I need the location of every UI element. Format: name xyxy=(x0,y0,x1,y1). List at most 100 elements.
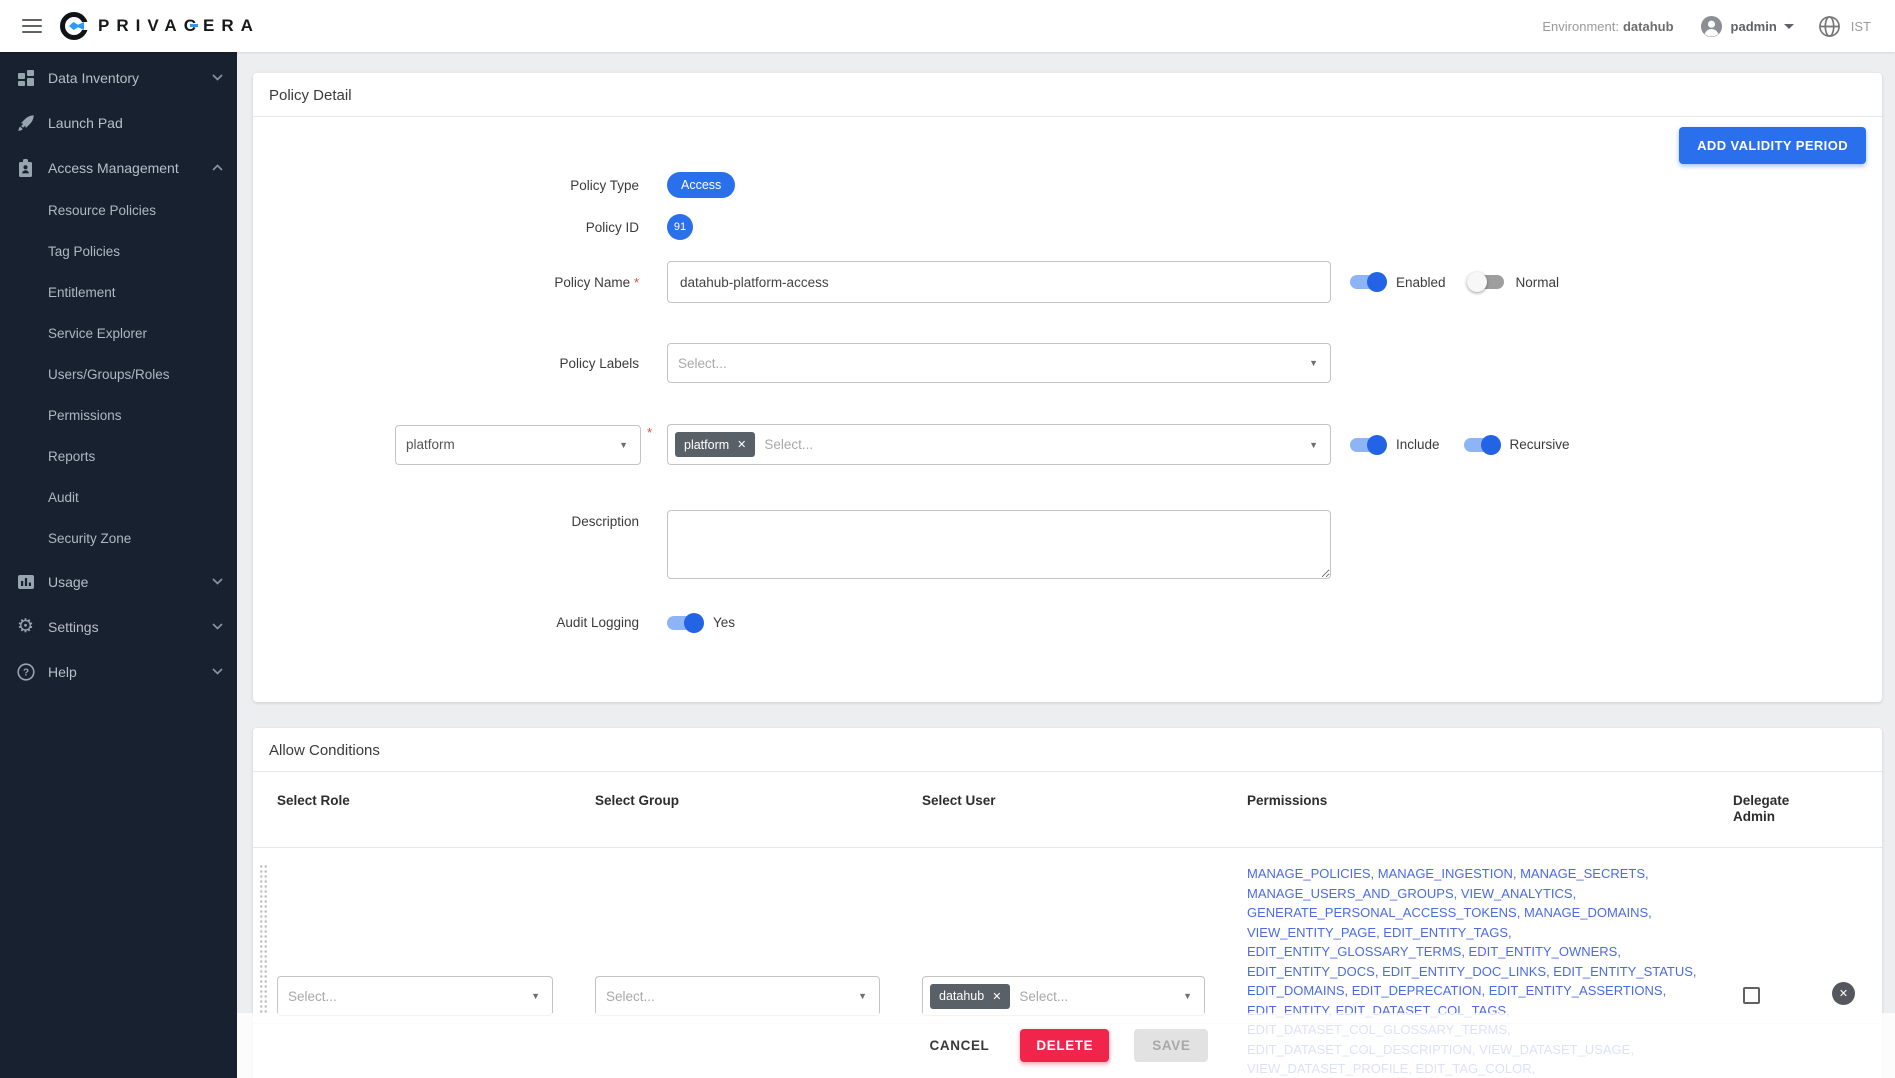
sidebar-item-usage[interactable]: Usage xyxy=(0,559,237,604)
policy-type-row: Policy Type Access xyxy=(253,172,1882,198)
main-content: Policy Detail ADD VALIDITY PERIOD Policy… xyxy=(237,52,1895,1078)
sidebar-nav: Data Inventory Launch Pad Access Managem… xyxy=(0,52,237,1078)
environment-label: Environment: xyxy=(1542,19,1619,34)
username[interactable]: padmin xyxy=(1731,19,1777,34)
dropdown-caret-icon: ▼ xyxy=(1183,991,1192,1001)
policy-id-row: Policy ID 91 xyxy=(253,214,1882,240)
delegate-admin-checkbox[interactable] xyxy=(1743,987,1760,1004)
policy-name-input[interactable] xyxy=(667,261,1331,303)
chevron-down-icon xyxy=(212,74,223,81)
sidebar-item-reports[interactable]: Reports xyxy=(0,436,237,477)
resource-chip: platform✕ xyxy=(675,432,755,457)
environment-value: datahub xyxy=(1623,19,1674,34)
sidebar-item-security-zone[interactable]: Security Zone xyxy=(0,518,237,559)
dropdown-caret-icon: ▼ xyxy=(1309,440,1318,450)
enabled-toggle-label: Enabled xyxy=(1396,275,1446,290)
privacera-logo: PRIVACERA xyxy=(60,12,260,40)
sidebar-item-help[interactable]: ? Help xyxy=(0,649,237,694)
column-delegate-admin: Delegate Admin xyxy=(1733,772,1832,847)
audit-logging-row: Audit Logging Yes xyxy=(253,615,1882,630)
user-chip: datahub✕ xyxy=(930,984,1010,1009)
include-toggle[interactable] xyxy=(1350,438,1384,452)
sidebar-item-tag-policies[interactable]: Tag Policies xyxy=(0,231,237,272)
chip-close-icon[interactable]: ✕ xyxy=(992,990,1001,1003)
sidebar-item-data-inventory[interactable]: Data Inventory xyxy=(0,55,237,100)
dropdown-caret-icon: ▼ xyxy=(619,440,628,450)
resource-type-select[interactable]: platform ▼ xyxy=(395,425,641,465)
select-group-dropdown[interactable]: Select... ▼ xyxy=(595,976,880,1016)
privacera-wordmark: PRIVACERA xyxy=(98,16,260,36)
description-textarea[interactable] xyxy=(667,510,1331,579)
policy-detail-title: Policy Detail xyxy=(253,73,1882,117)
policy-name-row: Policy Name * Enabled Normal xyxy=(253,261,1882,303)
dropdown-caret-icon: ▼ xyxy=(531,991,540,1001)
audit-logging-value: Yes xyxy=(713,615,735,630)
normal-toggle-label: Normal xyxy=(1516,275,1560,290)
globe-icon[interactable] xyxy=(1818,15,1841,38)
recursive-toggle[interactable] xyxy=(1464,438,1498,452)
svg-text:?: ? xyxy=(22,667,28,678)
column-select-role: Select Role xyxy=(277,772,595,847)
row-drag-handle[interactable] xyxy=(259,864,268,1014)
description-label: Description xyxy=(253,514,639,529)
sidebar-item-users-groups-roles[interactable]: Users/Groups/Roles xyxy=(0,354,237,395)
badge-icon xyxy=(16,159,35,177)
policy-labels-label: Policy Labels xyxy=(253,356,639,371)
audit-logging-toggle[interactable] xyxy=(667,616,701,630)
policy-name-label: Policy Name xyxy=(554,275,630,290)
column-select-group: Select Group xyxy=(595,772,922,847)
column-select-user: Select User xyxy=(922,772,1247,847)
privacera-logo-icon xyxy=(60,12,88,40)
description-row: Description xyxy=(253,510,1882,579)
select-user-dropdown[interactable]: datahub✕ Select... ▼ xyxy=(922,976,1205,1016)
normal-override-toggle[interactable] xyxy=(1470,275,1504,289)
user-avatar-icon[interactable] xyxy=(1700,15,1723,38)
save-button[interactable]: SAVE xyxy=(1134,1029,1208,1062)
close-icon: ✕ xyxy=(1839,987,1848,1000)
policy-id-label: Policy ID xyxy=(253,220,639,235)
rocket-icon xyxy=(16,114,35,132)
include-toggle-label: Include xyxy=(1396,437,1440,452)
user-menu-caret-icon[interactable] xyxy=(1784,24,1794,29)
column-permissions: Permissions xyxy=(1247,772,1733,847)
chip-close-icon[interactable]: ✕ xyxy=(737,438,746,451)
resource-value-select[interactable]: platform✕ Select... ▼ xyxy=(667,424,1331,465)
sidebar-item-service-explorer[interactable]: Service Explorer xyxy=(0,313,237,354)
chevron-up-icon xyxy=(212,164,223,171)
policy-id-badge: 91 xyxy=(667,214,693,240)
sidebar-item-access-management[interactable]: Access Management xyxy=(0,145,237,190)
allow-conditions-title: Allow Conditions xyxy=(253,728,1882,772)
add-validity-period-button[interactable]: ADD VALIDITY PERIOD xyxy=(1679,127,1866,164)
policy-type-label: Policy Type xyxy=(253,178,639,193)
sidebar-item-resource-policies[interactable]: Resource Policies xyxy=(0,190,237,231)
timezone-label: IST xyxy=(1851,19,1871,34)
sidebar-item-launch-pad[interactable]: Launch Pad xyxy=(0,100,237,145)
gear-icon: ⚙ xyxy=(16,617,35,636)
delete-button[interactable]: DELETE xyxy=(1020,1029,1109,1062)
allow-condition-row: Select... ▼ Select... ▼ datahub✕ Select.… xyxy=(253,848,1882,1023)
chevron-down-icon xyxy=(212,623,223,630)
recursive-toggle-label: Recursive xyxy=(1510,437,1570,452)
sidebar-item-permissions[interactable]: Permissions xyxy=(0,395,237,436)
enabled-toggle[interactable] xyxy=(1350,275,1384,289)
audit-logging-label: Audit Logging xyxy=(253,615,639,630)
hamburger-menu-icon[interactable] xyxy=(22,15,42,37)
chevron-down-icon xyxy=(212,578,223,585)
grid-icon xyxy=(16,69,35,87)
action-footer: CANCEL DELETE SAVE xyxy=(237,1013,1895,1078)
required-asterisk: * xyxy=(634,275,639,290)
select-role-dropdown[interactable]: Select... ▼ xyxy=(277,976,553,1016)
sidebar-item-entitlement[interactable]: Entitlement xyxy=(0,272,237,313)
allow-conditions-header: Select Role Select Group Select User Per… xyxy=(253,772,1882,848)
chevron-down-icon xyxy=(212,668,223,675)
bar-chart-icon xyxy=(16,573,35,591)
remove-row-button[interactable]: ✕ xyxy=(1832,982,1855,1005)
top-bar: PRIVACERA Environment: datahub padmin IS… xyxy=(0,0,1895,52)
sidebar-item-settings[interactable]: ⚙ Settings xyxy=(0,604,237,649)
cancel-button[interactable]: CANCEL xyxy=(924,1030,996,1061)
policy-labels-select[interactable]: Select... ▼ xyxy=(667,343,1331,383)
sidebar-item-audit[interactable]: Audit xyxy=(0,477,237,518)
policy-labels-row: Policy Labels Select... ▼ xyxy=(253,343,1882,383)
policy-detail-panel: Policy Detail ADD VALIDITY PERIOD Policy… xyxy=(253,73,1882,702)
policy-type-badge: Access xyxy=(667,172,735,198)
